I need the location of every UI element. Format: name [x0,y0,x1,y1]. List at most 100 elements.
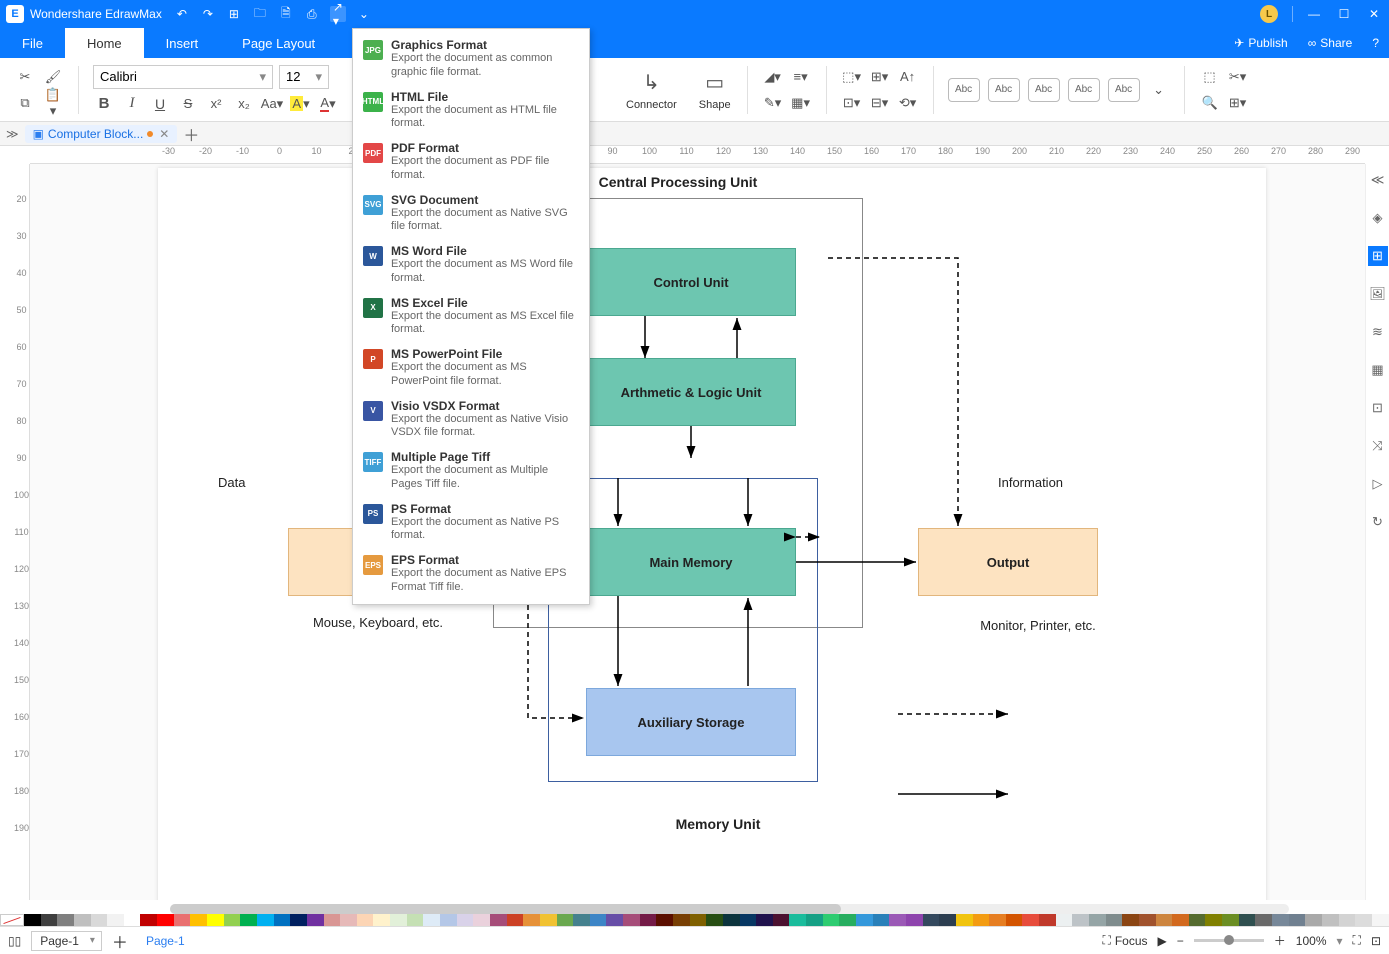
color-swatch[interactable] [91,914,108,926]
page-tab[interactable]: Page-1 [138,934,193,948]
color-swatch[interactable] [207,914,224,926]
group-button[interactable]: ⊡▾ [841,92,863,114]
page[interactable]: Central Processing Unit Memory Unit Data… [158,168,1266,900]
color-swatch[interactable] [373,914,390,926]
style-preset-3[interactable]: Abc [1028,78,1060,102]
color-swatch[interactable] [390,914,407,926]
output-box[interactable]: Output [918,528,1098,596]
aux-storage-box[interactable]: Auxiliary Storage [586,688,796,756]
highlight-button[interactable]: A▾ [289,93,311,115]
copy-button[interactable]: ⧉ [14,92,36,114]
new-button[interactable]: ⊞ [226,6,242,22]
color-swatch[interactable] [107,914,124,926]
color-swatch[interactable] [1072,914,1089,926]
line-style-button[interactable]: ≡▾ [790,66,812,88]
publish-button[interactable]: ✈Publish [1224,28,1297,58]
color-swatch[interactable] [673,914,690,926]
color-swatch[interactable] [407,914,424,926]
color-swatch[interactable] [1222,914,1239,926]
redo-button[interactable]: ↷ [200,6,216,22]
color-swatch[interactable] [656,914,673,926]
color-swatch[interactable] [889,914,906,926]
shape-button[interactable]: ▭ Shape [691,65,739,115]
export-item-8[interactable]: TIFF Multiple Page Tiff Export the docum… [353,445,589,497]
color-swatch[interactable] [823,914,840,926]
strikethrough-button[interactable]: S [177,93,199,115]
color-swatch[interactable] [1156,914,1173,926]
color-swatch[interactable] [1339,914,1356,926]
color-swatch[interactable] [1239,914,1256,926]
zoom-value[interactable]: 100% [1296,934,1327,948]
color-swatch[interactable] [41,914,58,926]
export-item-3[interactable]: SVG SVG Document Export the document as … [353,188,589,240]
color-swatch[interactable] [806,914,823,926]
color-swatch[interactable] [1272,914,1289,926]
subscript-button[interactable]: x₂ [233,93,255,115]
horizontal-scrollbar[interactable] [170,904,1289,914]
layer-button[interactable]: ⬚▾ [841,66,863,88]
export-item-1[interactable]: HTML HTML File Export the document as HT… [353,85,589,137]
collapse-panel-button[interactable]: ≪ [1368,170,1388,190]
connector-button[interactable]: ↳ Connector [618,65,685,115]
qat-customize-button[interactable]: ⌄ [356,6,372,22]
share-button[interactable]: ∞Share [1298,28,1363,58]
table-button[interactable]: ▦ [1368,360,1388,380]
font-color-button[interactable]: A▾ [317,93,339,115]
minimize-button[interactable]: — [1299,0,1329,28]
color-swatch[interactable] [324,914,341,926]
shadow-button[interactable]: ▦▾ [790,92,812,114]
color-swatch[interactable] [257,914,274,926]
color-swatch[interactable] [140,914,157,926]
color-swatch[interactable] [557,914,574,926]
outline-button[interactable]: ▯▯ [8,934,21,948]
export-item-7[interactable]: V Visio VSDX Format Export the document … [353,394,589,446]
color-swatch[interactable] [1056,914,1073,926]
control-unit-box[interactable]: Control Unit [586,248,796,316]
canvas[interactable]: Central Processing Unit Memory Unit Data… [30,164,1365,900]
color-swatch[interactable] [157,914,174,926]
color-swatch[interactable] [590,914,607,926]
color-swatch[interactable] [956,914,973,926]
all-button[interactable]: ⊞ [1368,246,1388,266]
color-swatch[interactable] [973,914,990,926]
fullscreen-button[interactable]: ⊡ [1371,934,1381,948]
color-swatch[interactable] [340,914,357,926]
export-item-4[interactable]: W MS Word File Export the document as MS… [353,239,589,291]
color-swatch[interactable] [124,914,141,926]
case-button[interactable]: Aa▾ [261,93,283,115]
color-swatch[interactable] [873,914,890,926]
color-swatch[interactable] [723,914,740,926]
main-memory-box[interactable]: Main Memory [586,528,796,596]
color-swatch[interactable] [756,914,773,926]
export-item-6[interactable]: P MS PowerPoint File Export the document… [353,342,589,394]
color-swatch[interactable] [523,914,540,926]
close-tab-button[interactable]: ✕ [159,127,169,141]
color-swatch[interactable] [74,914,91,926]
open-button[interactable]: 🗀 [252,6,268,22]
document-tab[interactable]: ▣ Computer Block... ✕ [25,125,178,143]
color-swatch[interactable] [789,914,806,926]
find-button[interactable]: 🔍 [1199,92,1221,114]
export-item-10[interactable]: EPS EPS Format Export the document as Na… [353,548,589,600]
align-button[interactable]: ⊞▾ [869,66,891,88]
color-swatch[interactable] [174,914,191,926]
fit-page-button[interactable]: ⛶ [1353,933,1361,948]
memory-unit-label[interactable]: Memory Unit [618,816,818,832]
color-swatch[interactable] [1006,914,1023,926]
style-preset-5[interactable]: Abc [1108,78,1140,102]
bold-button[interactable]: B [93,93,115,115]
theme-button[interactable]: ◈ [1368,208,1388,228]
italic-button[interactable]: I [121,93,143,115]
color-swatch[interactable] [290,914,307,926]
color-swatch[interactable] [507,914,524,926]
paste-button[interactable]: 📋▾ [42,92,64,114]
color-swatch[interactable] [240,914,257,926]
color-swatch[interactable] [939,914,956,926]
tab-page-layout[interactable]: Page Layout [220,28,337,58]
color-swatch[interactable] [357,914,374,926]
color-swatch[interactable] [606,914,623,926]
color-swatch[interactable] [623,914,640,926]
random-button[interactable]: ⤨ [1368,436,1388,456]
line-color-button[interactable]: ✎▾ [762,92,784,114]
color-swatch[interactable] [57,914,74,926]
